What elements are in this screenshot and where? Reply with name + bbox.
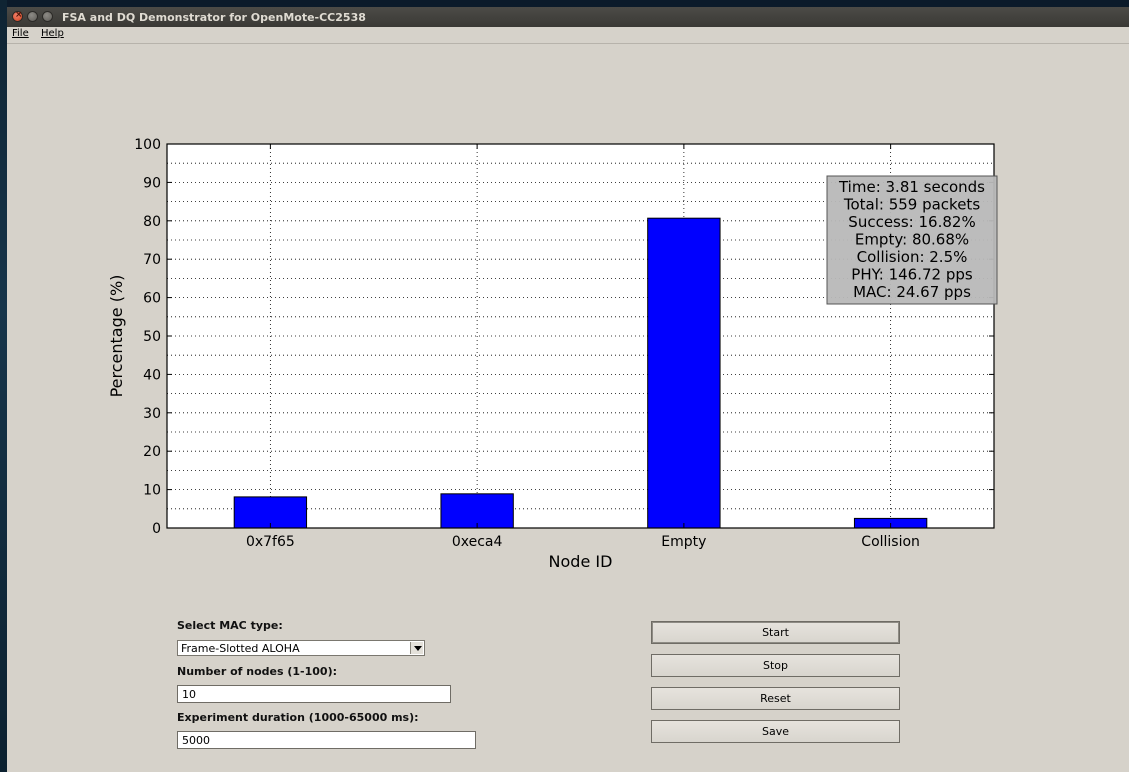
duration-input[interactable] — [177, 731, 476, 749]
y-tick-label: 80 — [143, 214, 161, 230]
bar-chart: 0 10 20 30 40 50 60 70 80 90 100 0x7f65 0xeca4 Empty C… — [107, 137, 998, 571]
x-tick-label: 0xeca4 — [452, 534, 503, 550]
window-title: FSA and DQ Demonstrator for OpenMote-CC2… — [62, 11, 366, 24]
x-axis-label: Node ID — [549, 552, 613, 571]
close-window-button[interactable]: × — [12, 10, 23, 22]
start-button[interactable]: Start — [651, 621, 900, 644]
y-tick-label: 90 — [143, 175, 161, 191]
stats-line: Collision: 2.5% — [857, 248, 968, 266]
title-bar: × FSA and DQ Demonstrator for OpenMote-C… — [7, 7, 1129, 27]
x-tick-label: 0x7f65 — [246, 534, 295, 550]
stats-line: Success: 16.82% — [848, 213, 975, 231]
stop-button[interactable]: Stop — [651, 654, 900, 677]
save-button[interactable]: Save — [651, 720, 900, 743]
mac-type-label: Select MAC type: — [177, 619, 283, 632]
app-window: × FSA and DQ Demonstrator for OpenMote-C… — [7, 7, 1129, 772]
nodes-input[interactable] — [177, 685, 451, 703]
x-tick-label: Empty — [661, 534, 706, 550]
bar-empty — [647, 217, 721, 529]
mac-type-value: Frame-Slotted ALOHA — [181, 642, 300, 655]
stats-line: Empty: 80.68% — [855, 231, 969, 249]
menu-file[interactable]: File — [12, 28, 29, 39]
maximize-window-button[interactable] — [42, 11, 53, 22]
y-tick-label: 100 — [134, 137, 161, 153]
stats-line: MAC: 24.67 pps — [853, 283, 971, 301]
y-tick-label: 60 — [143, 291, 161, 307]
stats-line: Total: 559 packets — [843, 196, 980, 214]
menu-help[interactable]: Help — [41, 28, 64, 39]
stats-line: Time: 3.81 seconds — [838, 178, 985, 196]
y-tick-label: 50 — [143, 329, 161, 345]
y-tick-label: 10 — [143, 483, 161, 499]
bar-0xeca4 — [440, 493, 514, 529]
nodes-label: Number of nodes (1-100): — [177, 665, 337, 678]
stats-line: PHY: 146.72 pps — [851, 266, 973, 284]
y-tick-label: 30 — [143, 406, 161, 422]
y-tick-label: 70 — [143, 252, 161, 268]
reset-button[interactable]: Reset — [651, 687, 900, 710]
y-tick-label: 20 — [143, 444, 161, 460]
close-icon: × — [15, 10, 23, 20]
y-tick-label: 0 — [152, 521, 161, 537]
mac-type-select[interactable]: Frame-Slotted ALOHA — [177, 640, 425, 656]
x-tick-label: Collision — [861, 534, 920, 550]
menu-bar: File Help — [7, 27, 1129, 44]
minimize-window-button[interactable] — [27, 11, 38, 22]
y-tick-label: 40 — [143, 367, 161, 383]
chevron-down-icon[interactable] — [410, 642, 423, 654]
desktop-background — [0, 0, 7, 772]
y-axis-label: Percentage (%) — [107, 275, 126, 398]
duration-label: Experiment duration (1000-65000 ms): — [177, 711, 419, 724]
